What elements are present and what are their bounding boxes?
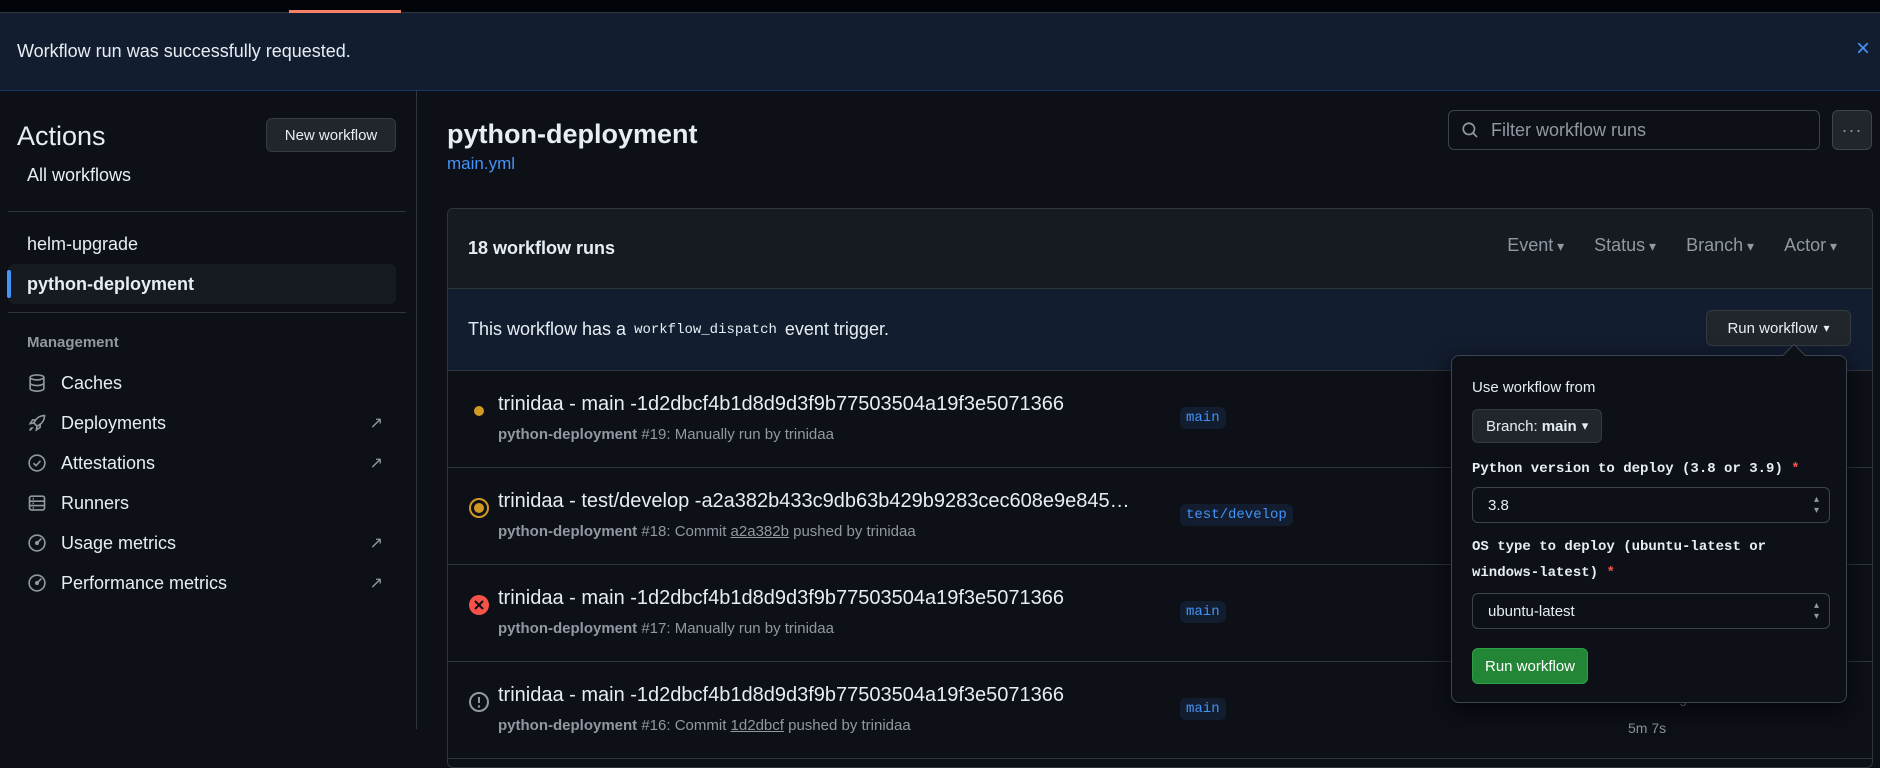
server-icon — [26, 492, 48, 514]
run-detail-after: pushed by trinidaa — [788, 717, 911, 734]
external-link-icon: ↗ — [369, 535, 383, 552]
close-icon[interactable]: × — [1856, 37, 1870, 61]
sidebar-item-performance-metrics[interactable]: Performance metrics ↗ — [8, 564, 396, 602]
commit-link[interactable]: a2a382b — [731, 523, 789, 540]
run-workflow-popover: Use workflow from Branch: main Python ve… — [1451, 343, 1847, 703]
run-title[interactable]: trinidaa - main -1d2dbcf4b1d8d9d3f9b7750… — [498, 587, 1148, 610]
external-link-icon: ↗ — [369, 575, 383, 592]
stop-status-icon — [467, 690, 491, 714]
actions-sidebar: Actions New workflow All workflows helm-… — [0, 91, 417, 729]
sidebar-item-caches[interactable]: Caches — [8, 364, 396, 402]
run-subtitle: python-deployment #17: Manually run by t… — [498, 620, 834, 637]
run-detail-after: pushed by trinidaa — [793, 523, 916, 540]
run-filters: Event Status Branch Actor — [1507, 235, 1837, 256]
flash-message: Workflow run was successfully requested. — [17, 41, 351, 61]
sidebar-divider — [8, 312, 406, 313]
dispatch-text-prefix: This workflow has a — [468, 319, 627, 339]
sidebar-item-label: Performance metrics — [61, 572, 228, 593]
sidebar-item-all-workflows[interactable]: All workflows — [8, 155, 396, 195]
run-workflow-name: python-deployment — [498, 426, 638, 443]
runs-count: 18 workflow runs — [468, 238, 616, 258]
new-workflow-button[interactable]: New workflow — [266, 118, 396, 152]
run-workflow-name: python-deployment — [498, 717, 638, 734]
run-duration: 5m 7s — [1628, 720, 1667, 736]
more-options-button[interactable]: ··· — [1832, 110, 1872, 150]
status-filter-dropdown[interactable]: Status — [1594, 235, 1656, 256]
sidebar-divider — [8, 211, 406, 212]
sidebar-item-label: Runners — [61, 492, 130, 513]
required-marker: * — [1606, 565, 1615, 581]
runs-header: 18 workflow runs Event Status Branch Act… — [448, 209, 1872, 289]
os-type-select[interactable]: ubuntu-latest — [1472, 593, 1830, 629]
filter-placeholder: Filter workflow runs — [1491, 119, 1647, 140]
event-filter-dropdown[interactable]: Event — [1507, 235, 1564, 256]
management-heading: Management — [27, 334, 119, 351]
run-title[interactable]: trinidaa - test/develop -a2a382b433c9db6… — [498, 490, 1148, 513]
run-workflow-name: python-deployment — [498, 523, 638, 540]
branch-label[interactable]: test/develop — [1180, 504, 1293, 526]
sidebar-item-usage-metrics[interactable]: Usage metrics ↗ — [8, 524, 396, 562]
python-version-label-text: Python version to deploy (3.8 or 3.9) — [1472, 461, 1783, 477]
branch-select-button[interactable]: Branch: main — [1472, 409, 1603, 443]
database-icon — [26, 372, 48, 394]
os-type-label: OS type to deploy (ubuntu-latest or wind… — [1472, 534, 1832, 586]
top-nav-bar — [0, 0, 1880, 13]
external-link-icon: ↗ — [369, 415, 383, 432]
sidebar-item-helm-upgrade[interactable]: helm-upgrade — [8, 224, 396, 264]
use-workflow-from-label: Use workflow from — [1472, 379, 1596, 396]
branch-select-label: Branch: — [1486, 417, 1538, 435]
sidebar-item-python-deployment[interactable]: python-deployment — [7, 264, 396, 304]
meter-icon — [26, 572, 48, 594]
run-workflow-dropdown-button[interactable]: Run workflow ▾ — [1706, 310, 1851, 346]
run-title[interactable]: trinidaa - main -1d2dbcf4b1d8d9d3f9b7750… — [498, 393, 1148, 416]
in-progress-status-icon — [467, 496, 491, 520]
meter-icon — [26, 532, 48, 554]
branch-select-value: main — [1541, 417, 1577, 435]
run-workflow-submit-button[interactable]: Run workflow — [1472, 648, 1588, 684]
python-version-select[interactable]: 3.8 — [1472, 487, 1830, 523]
sidebar-item-label: Attestations — [61, 452, 156, 473]
sidebar-item-runners[interactable]: Runners — [8, 484, 396, 522]
run-workflow-name: python-deployment — [498, 620, 638, 637]
run-subtitle: python-deployment #18: Commit a2a382b pu… — [498, 523, 916, 540]
run-subtitle: python-deployment #16: Commit 1d2dbcf pu… — [498, 717, 911, 734]
verified-icon — [26, 452, 48, 474]
branch-filter-dropdown[interactable]: Branch — [1686, 235, 1754, 256]
chevron-down-icon: ▾ — [1823, 321, 1830, 335]
filter-workflow-runs-input[interactable]: Filter workflow runs — [1448, 110, 1820, 150]
run-detail: #19: Manually run by trinidaa — [641, 426, 834, 443]
queued-status-icon — [467, 399, 491, 423]
search-icon — [1461, 121, 1479, 139]
run-detail: #18: Commit — [641, 523, 727, 540]
branch-label[interactable]: main — [1180, 601, 1226, 623]
commit-link[interactable]: 1d2dbcf — [731, 717, 784, 734]
workflow-file-link[interactable]: main.yml — [447, 154, 515, 174]
rocket-icon — [26, 412, 48, 434]
dispatch-code: workflow_dispatch — [634, 321, 777, 338]
sidebar-item-attestations[interactable]: Attestations ↗ — [8, 444, 396, 482]
x-circle-fill-icon — [467, 593, 491, 617]
run-title[interactable]: trinidaa - main -1d2dbcf4b1d8d9d3f9b7750… — [498, 684, 1148, 707]
sidebar-item-deployments[interactable]: Deployments ↗ — [8, 404, 396, 442]
page-title: python-deployment — [447, 119, 698, 149]
required-marker: * — [1791, 461, 1800, 477]
run-detail: #17: Manually run by trinidaa — [641, 620, 834, 637]
sidebar-item-label: Caches — [61, 372, 123, 393]
sidebar-title: Actions — [17, 121, 106, 151]
external-link-icon: ↗ — [369, 455, 383, 472]
run-subtitle: python-deployment #19: Manually run by t… — [498, 426, 834, 443]
sidebar-item-label: Usage metrics — [61, 532, 177, 553]
os-type-label-text: OS type to deploy (ubuntu-latest or wind… — [1472, 539, 1767, 581]
flash-banner: Workflow run was successfully requested.… — [0, 13, 1880, 91]
run-detail: #16: Commit — [641, 717, 727, 734]
actor-filter-dropdown[interactable]: Actor — [1784, 235, 1837, 256]
branch-label[interactable]: main — [1180, 698, 1226, 720]
dispatch-text-suffix: event trigger. — [784, 319, 889, 339]
python-version-label: Python version to deploy (3.8 or 3.9) * — [1472, 456, 1832, 482]
run-workflow-label: Run workflow — [1727, 319, 1818, 337]
sidebar-item-label: Deployments — [61, 412, 167, 433]
branch-label[interactable]: main — [1180, 407, 1226, 429]
